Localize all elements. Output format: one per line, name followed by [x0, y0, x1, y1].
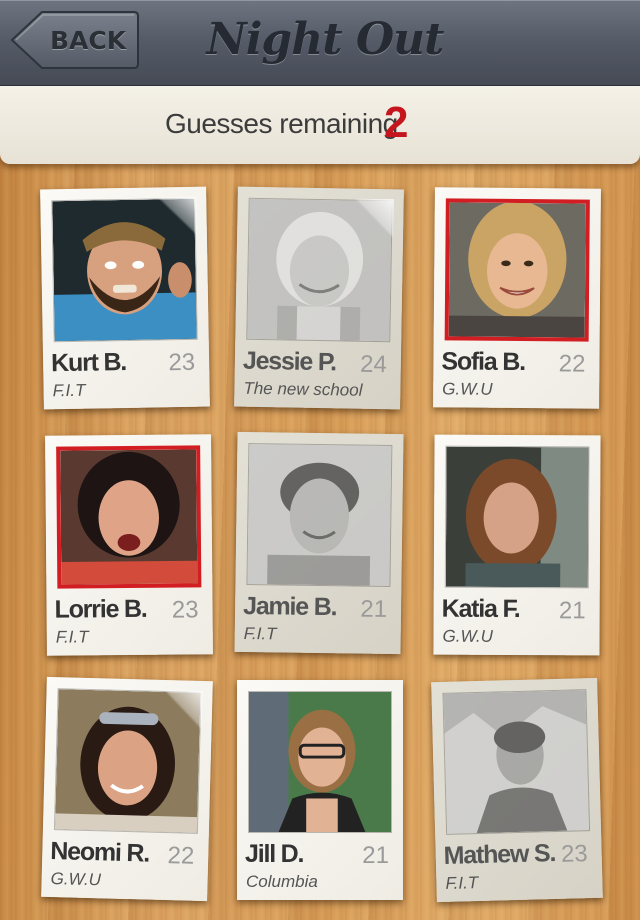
person-card-katia[interactable]: Katia F. 21 G.W.U: [433, 434, 601, 656]
app-title: Night Out: [206, 14, 445, 65]
person-age: 23: [560, 840, 589, 868]
profile-photo: [444, 198, 590, 342]
person-age: 24: [359, 350, 388, 379]
person-school: G.W.U: [442, 626, 493, 646]
woman-sunglasses-photo: [54, 689, 201, 833]
person-age: 21: [558, 597, 586, 625]
person-card-neomi[interactable]: Neomi R. 22 G.W.U: [41, 676, 213, 902]
person-school: F.I.T: [52, 380, 86, 401]
person-school: G.W.U: [442, 379, 493, 399]
man-outdoor-photo: [443, 690, 590, 834]
woman-glasses-photo: [249, 692, 391, 832]
man-beanie-photo: [52, 198, 197, 342]
woman-laughing-photo: [60, 449, 198, 585]
person-school: F.I.T: [55, 627, 89, 647]
woman-smiling-photo: [247, 198, 392, 342]
person-name: Jamie B.: [242, 591, 337, 622]
person-card-lorrie[interactable]: Lorrie B. 23 F.I.T: [45, 434, 213, 656]
person-school: F.I.T: [445, 873, 479, 893]
woman-curly-photo: [445, 446, 589, 588]
person-age: 23: [171, 596, 199, 624]
person-name: Kurt B.: [50, 347, 127, 378]
person-name: Jessie P.: [242, 346, 337, 377]
person-card-jamie[interactable]: Jamie B. 21 F.I.T: [234, 431, 404, 655]
person-age: 21: [362, 842, 389, 869]
guesses-bar: Guesses remaining 2: [0, 86, 640, 164]
person-card-kurt[interactable]: Kurt B. 23 F.I.T: [40, 186, 210, 410]
profile-photo: [442, 689, 591, 835]
person-school: Columbia: [246, 872, 318, 891]
profile-photo: [246, 197, 393, 343]
woman-blonde-photo: [448, 202, 586, 338]
guesses-count: 2: [384, 98, 409, 147]
person-name: Mathew S.: [443, 839, 556, 870]
person-card-mathew[interactable]: Mathew S. 23 F.I.T: [431, 677, 603, 903]
person-name: Neomi R.: [49, 837, 150, 868]
person-card-jill[interactable]: Jill D. 21 Columbia: [237, 680, 403, 900]
profile-photo: [51, 197, 198, 343]
profile-photo: [248, 691, 392, 833]
person-age: 23: [168, 348, 196, 377]
person-name: Katia F.: [441, 594, 520, 624]
top-bar: BACK Night Out: [0, 0, 640, 86]
person-age: 22: [167, 842, 195, 870]
profile-photo: [246, 443, 393, 588]
person-name: Sofia B.: [441, 347, 526, 377]
person-school: The new school: [243, 378, 363, 400]
person-name: Lorrie B.: [54, 594, 147, 624]
person-age: 22: [558, 350, 586, 378]
back-button[interactable]: BACK: [10, 10, 140, 70]
person-school: G.W.U: [50, 869, 102, 890]
profile-photo: [56, 445, 202, 589]
man-smiling-photo: [247, 444, 392, 586]
profile-photo: [444, 445, 590, 589]
person-card-sofia[interactable]: Sofia B. 22 G.W.U: [433, 187, 601, 409]
profile-photo: [53, 688, 202, 834]
person-card-jessie[interactable]: Jessie P. 24 The new school: [234, 186, 404, 410]
back-button-label: BACK: [50, 26, 127, 55]
person-name: Jill D.: [245, 840, 305, 868]
person-age: 21: [360, 595, 388, 623]
guesses-label: Guesses remaining: [165, 108, 398, 139]
person-school: F.I.T: [243, 623, 277, 644]
